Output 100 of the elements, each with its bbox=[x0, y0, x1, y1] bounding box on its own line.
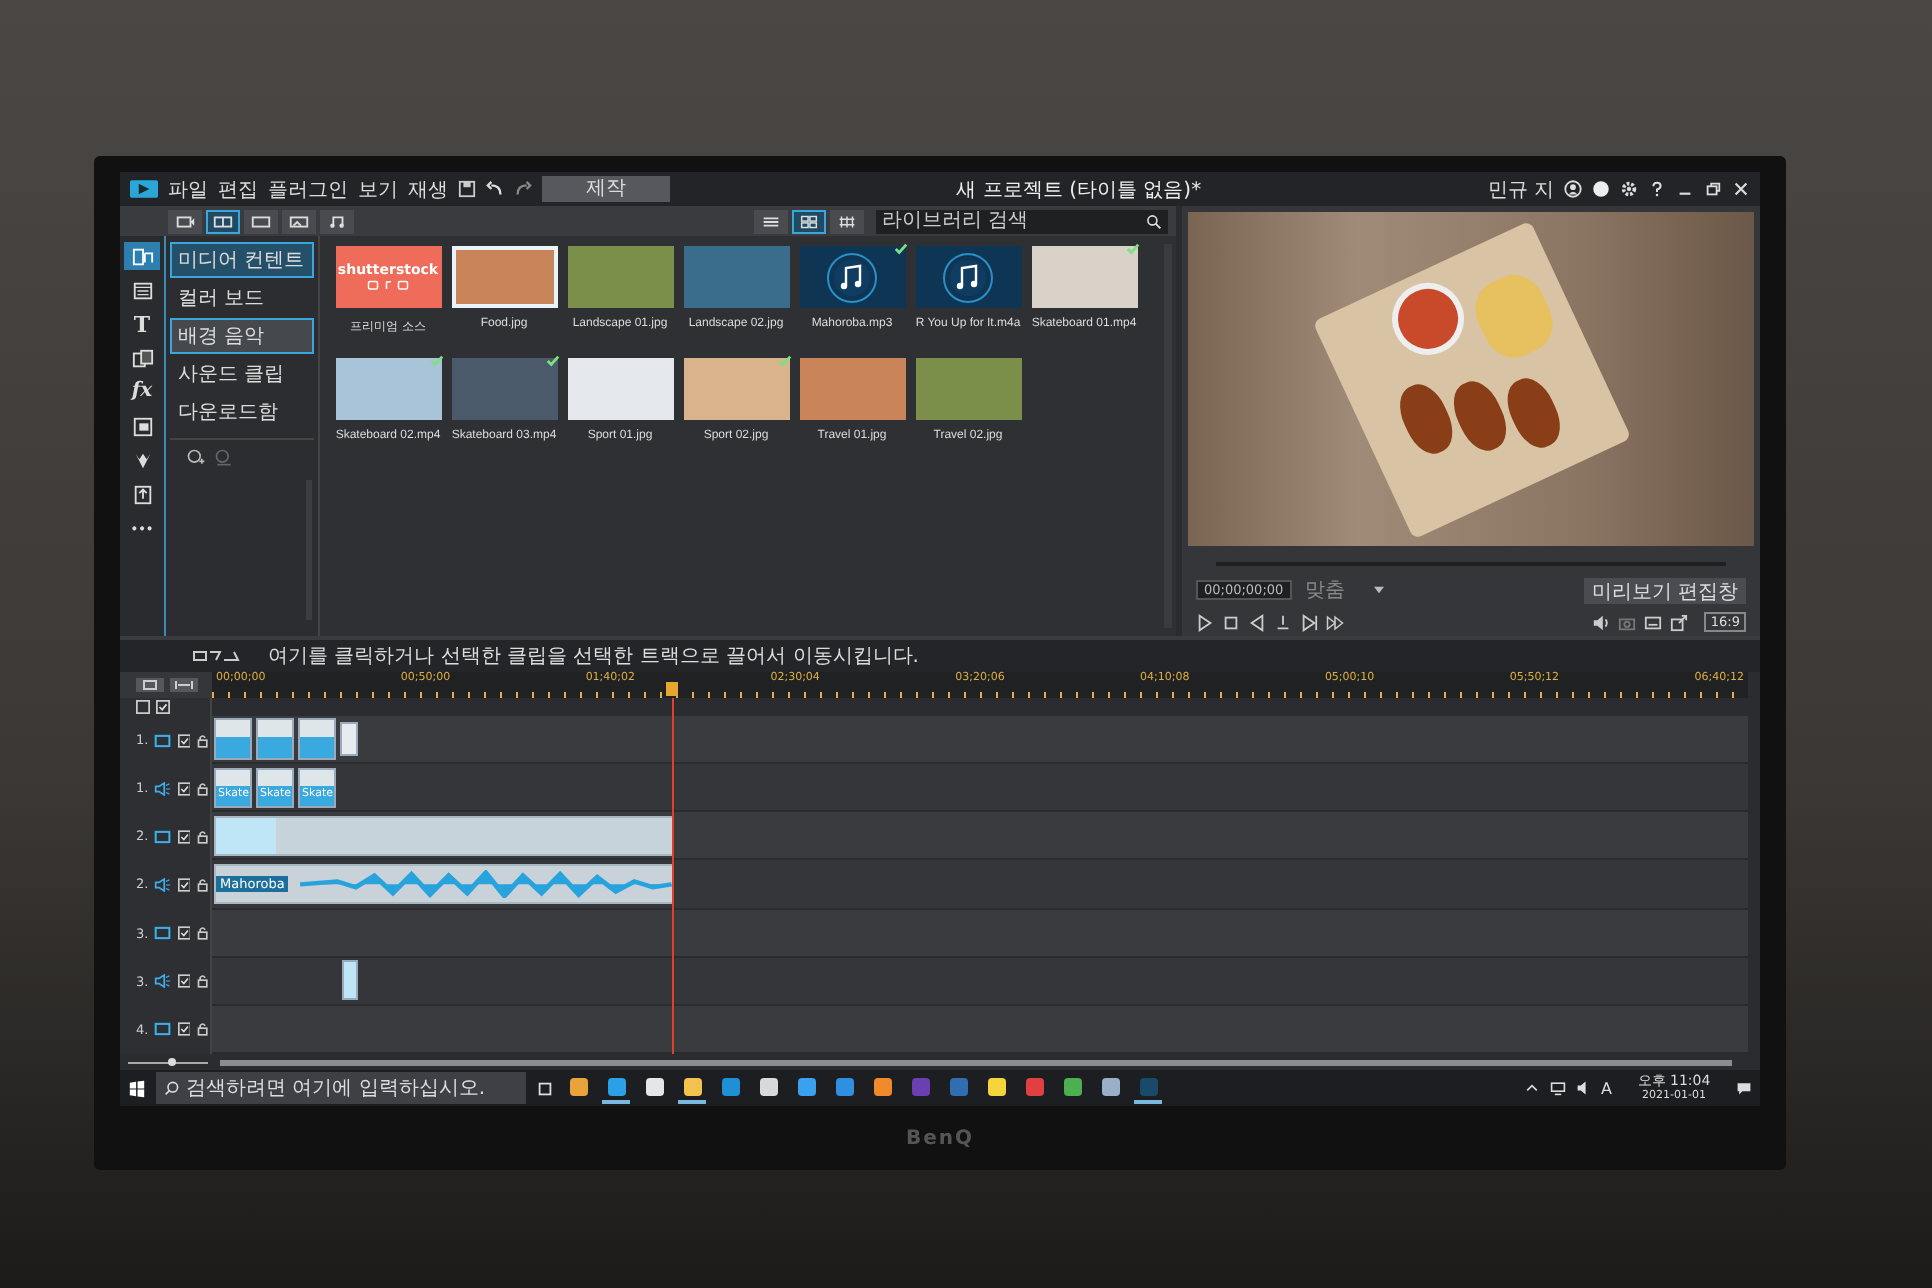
checkbox[interactable] bbox=[177, 1022, 191, 1037]
menu-item[interactable]: 편집 bbox=[218, 175, 258, 203]
next-frame-icon[interactable] bbox=[1300, 613, 1318, 631]
app-logo-icon bbox=[130, 180, 158, 198]
video-thumbnail[interactable] bbox=[451, 358, 557, 420]
checkbox[interactable] bbox=[177, 781, 191, 796]
audio-clip[interactable] bbox=[342, 960, 358, 1001]
user-icon[interactable] bbox=[1564, 180, 1582, 198]
library-tab[interactable] bbox=[244, 209, 278, 233]
zoom-slider-thumb[interactable] bbox=[168, 1057, 176, 1065]
checkbox[interactable] bbox=[177, 926, 191, 941]
media-tool[interactable] bbox=[124, 242, 160, 270]
camera-icon[interactable] bbox=[1618, 613, 1637, 631]
view-toggle[interactable] bbox=[830, 209, 864, 233]
timeline-view-icon[interactable] bbox=[192, 648, 240, 664]
lock-icon[interactable] bbox=[196, 1022, 211, 1037]
windows-start-icon[interactable] bbox=[128, 1079, 146, 1097]
overlay-icon bbox=[131, 415, 153, 437]
preview-edit-button[interactable]: 미리보기 편집창 bbox=[1583, 577, 1746, 603]
menu-item[interactable]: 파일 bbox=[168, 175, 208, 203]
lock-icon[interactable] bbox=[196, 926, 211, 941]
audio-thumbnail[interactable] bbox=[915, 246, 1021, 308]
fast-forward-icon[interactable] bbox=[1326, 613, 1344, 631]
chevron-up-icon[interactable] bbox=[1523, 1080, 1540, 1096]
effect-tool[interactable]: fx bbox=[124, 378, 160, 406]
timeline-hint: 여기를 클릭하거나 선택한 클립을 선택한 트랙으로 끌어서 이동시킵니다. bbox=[268, 644, 919, 670]
undo-icon[interactable] bbox=[486, 180, 504, 198]
close-icon[interactable] bbox=[1732, 180, 1750, 198]
view-toggle[interactable] bbox=[754, 209, 788, 233]
taskbar-app[interactable] bbox=[602, 1072, 630, 1104]
title-tool[interactable]: T bbox=[124, 310, 160, 338]
subtitle-icon[interactable] bbox=[1644, 613, 1663, 631]
category-item[interactable]: 컬러 보드 bbox=[170, 280, 314, 316]
checkbox[interactable] bbox=[177, 733, 191, 748]
add-folder-icon[interactable] bbox=[186, 448, 206, 468]
marker-icon[interactable] bbox=[1274, 613, 1292, 631]
scrollbar[interactable] bbox=[220, 1059, 1732, 1065]
lock-icon[interactable] bbox=[196, 877, 211, 892]
video-clip[interactable] bbox=[340, 722, 358, 756]
redo-icon[interactable] bbox=[514, 180, 532, 198]
library-tab[interactable] bbox=[206, 209, 240, 233]
video-clip[interactable] bbox=[298, 718, 336, 760]
circle-icon[interactable] bbox=[1592, 180, 1610, 198]
checkbox[interactable] bbox=[177, 974, 191, 989]
lock-icon[interactable] bbox=[196, 829, 211, 844]
input-method-indicator[interactable]: A bbox=[1601, 1079, 1612, 1097]
library-search-field[interactable]: 라이브러리 검색 bbox=[876, 209, 1168, 233]
media-icons-drawing bbox=[364, 280, 412, 292]
previous-frame-icon[interactable] bbox=[1248, 613, 1266, 631]
save-icon[interactable] bbox=[458, 180, 476, 198]
restore-icon[interactable] bbox=[1704, 180, 1722, 198]
remove-folder-icon[interactable] bbox=[214, 448, 234, 468]
lock-icon[interactable] bbox=[196, 733, 211, 748]
screen-icon bbox=[250, 213, 272, 229]
taskbar-app[interactable] bbox=[1134, 1072, 1162, 1104]
transition-icon bbox=[131, 347, 153, 369]
fit-icon[interactable] bbox=[169, 678, 197, 692]
music-note-icon bbox=[326, 213, 348, 229]
taskbar-search-field[interactable]: 검색하려면 여기에 입력하십시오. bbox=[156, 1072, 526, 1104]
speaker-icon[interactable] bbox=[1575, 1080, 1592, 1096]
produce-button[interactable]: 제작 bbox=[542, 176, 670, 202]
play-icon[interactable] bbox=[1196, 613, 1214, 631]
video-clip[interactable] bbox=[214, 718, 252, 760]
photo-placeholder[interactable] bbox=[451, 246, 557, 308]
video-thumbnail[interactable] bbox=[335, 358, 441, 420]
task-view-icon[interactable] bbox=[536, 1079, 554, 1097]
library-tab[interactable] bbox=[168, 209, 202, 233]
checkbox[interactable] bbox=[177, 877, 191, 892]
checkbox[interactable] bbox=[156, 700, 170, 714]
checkbox[interactable] bbox=[177, 829, 191, 844]
stop-icon[interactable] bbox=[1222, 613, 1240, 631]
category-item[interactable]: 미디어 컨텐트 bbox=[170, 242, 314, 278]
notification-icon[interactable] bbox=[1736, 1080, 1752, 1096]
category-item[interactable]: 배경 음악 bbox=[170, 318, 314, 354]
video-thumbnail[interactable] bbox=[1031, 246, 1137, 308]
audio-thumbnail[interactable] bbox=[799, 246, 905, 308]
library-tab[interactable] bbox=[282, 209, 316, 233]
video-clip[interactable] bbox=[256, 718, 294, 760]
menu-item[interactable]: 재생 bbox=[408, 175, 448, 203]
lock-icon[interactable] bbox=[196, 781, 211, 796]
more-tool[interactable]: ··· bbox=[124, 514, 160, 542]
category-item[interactable]: 사운드 클립 bbox=[170, 356, 314, 392]
volume-icon[interactable] bbox=[1592, 613, 1611, 631]
track-manager-icon[interactable] bbox=[135, 678, 163, 692]
playhead-handle[interactable] bbox=[666, 682, 679, 696]
menu-item[interactable]: 보기 bbox=[358, 175, 398, 203]
library-tab[interactable] bbox=[320, 209, 354, 233]
external-window-icon[interactable] bbox=[1670, 613, 1689, 631]
monitor-brand-logo: BenQ bbox=[905, 1127, 975, 1149]
network-icon[interactable] bbox=[1549, 1080, 1566, 1096]
help-icon[interactable] bbox=[1648, 180, 1666, 198]
taskbar-app[interactable] bbox=[678, 1072, 706, 1104]
menu-item[interactable]: 플러그인 bbox=[268, 175, 348, 203]
lock-icon[interactable] bbox=[196, 974, 211, 989]
view-toggle[interactable] bbox=[792, 209, 826, 233]
photo-clip[interactable] bbox=[214, 815, 674, 857]
speaker-icon bbox=[154, 877, 172, 892]
picture-icon bbox=[288, 213, 310, 229]
settings-icon[interactable] bbox=[1620, 180, 1638, 198]
category-item[interactable]: 다운로드함 bbox=[170, 394, 314, 430]
